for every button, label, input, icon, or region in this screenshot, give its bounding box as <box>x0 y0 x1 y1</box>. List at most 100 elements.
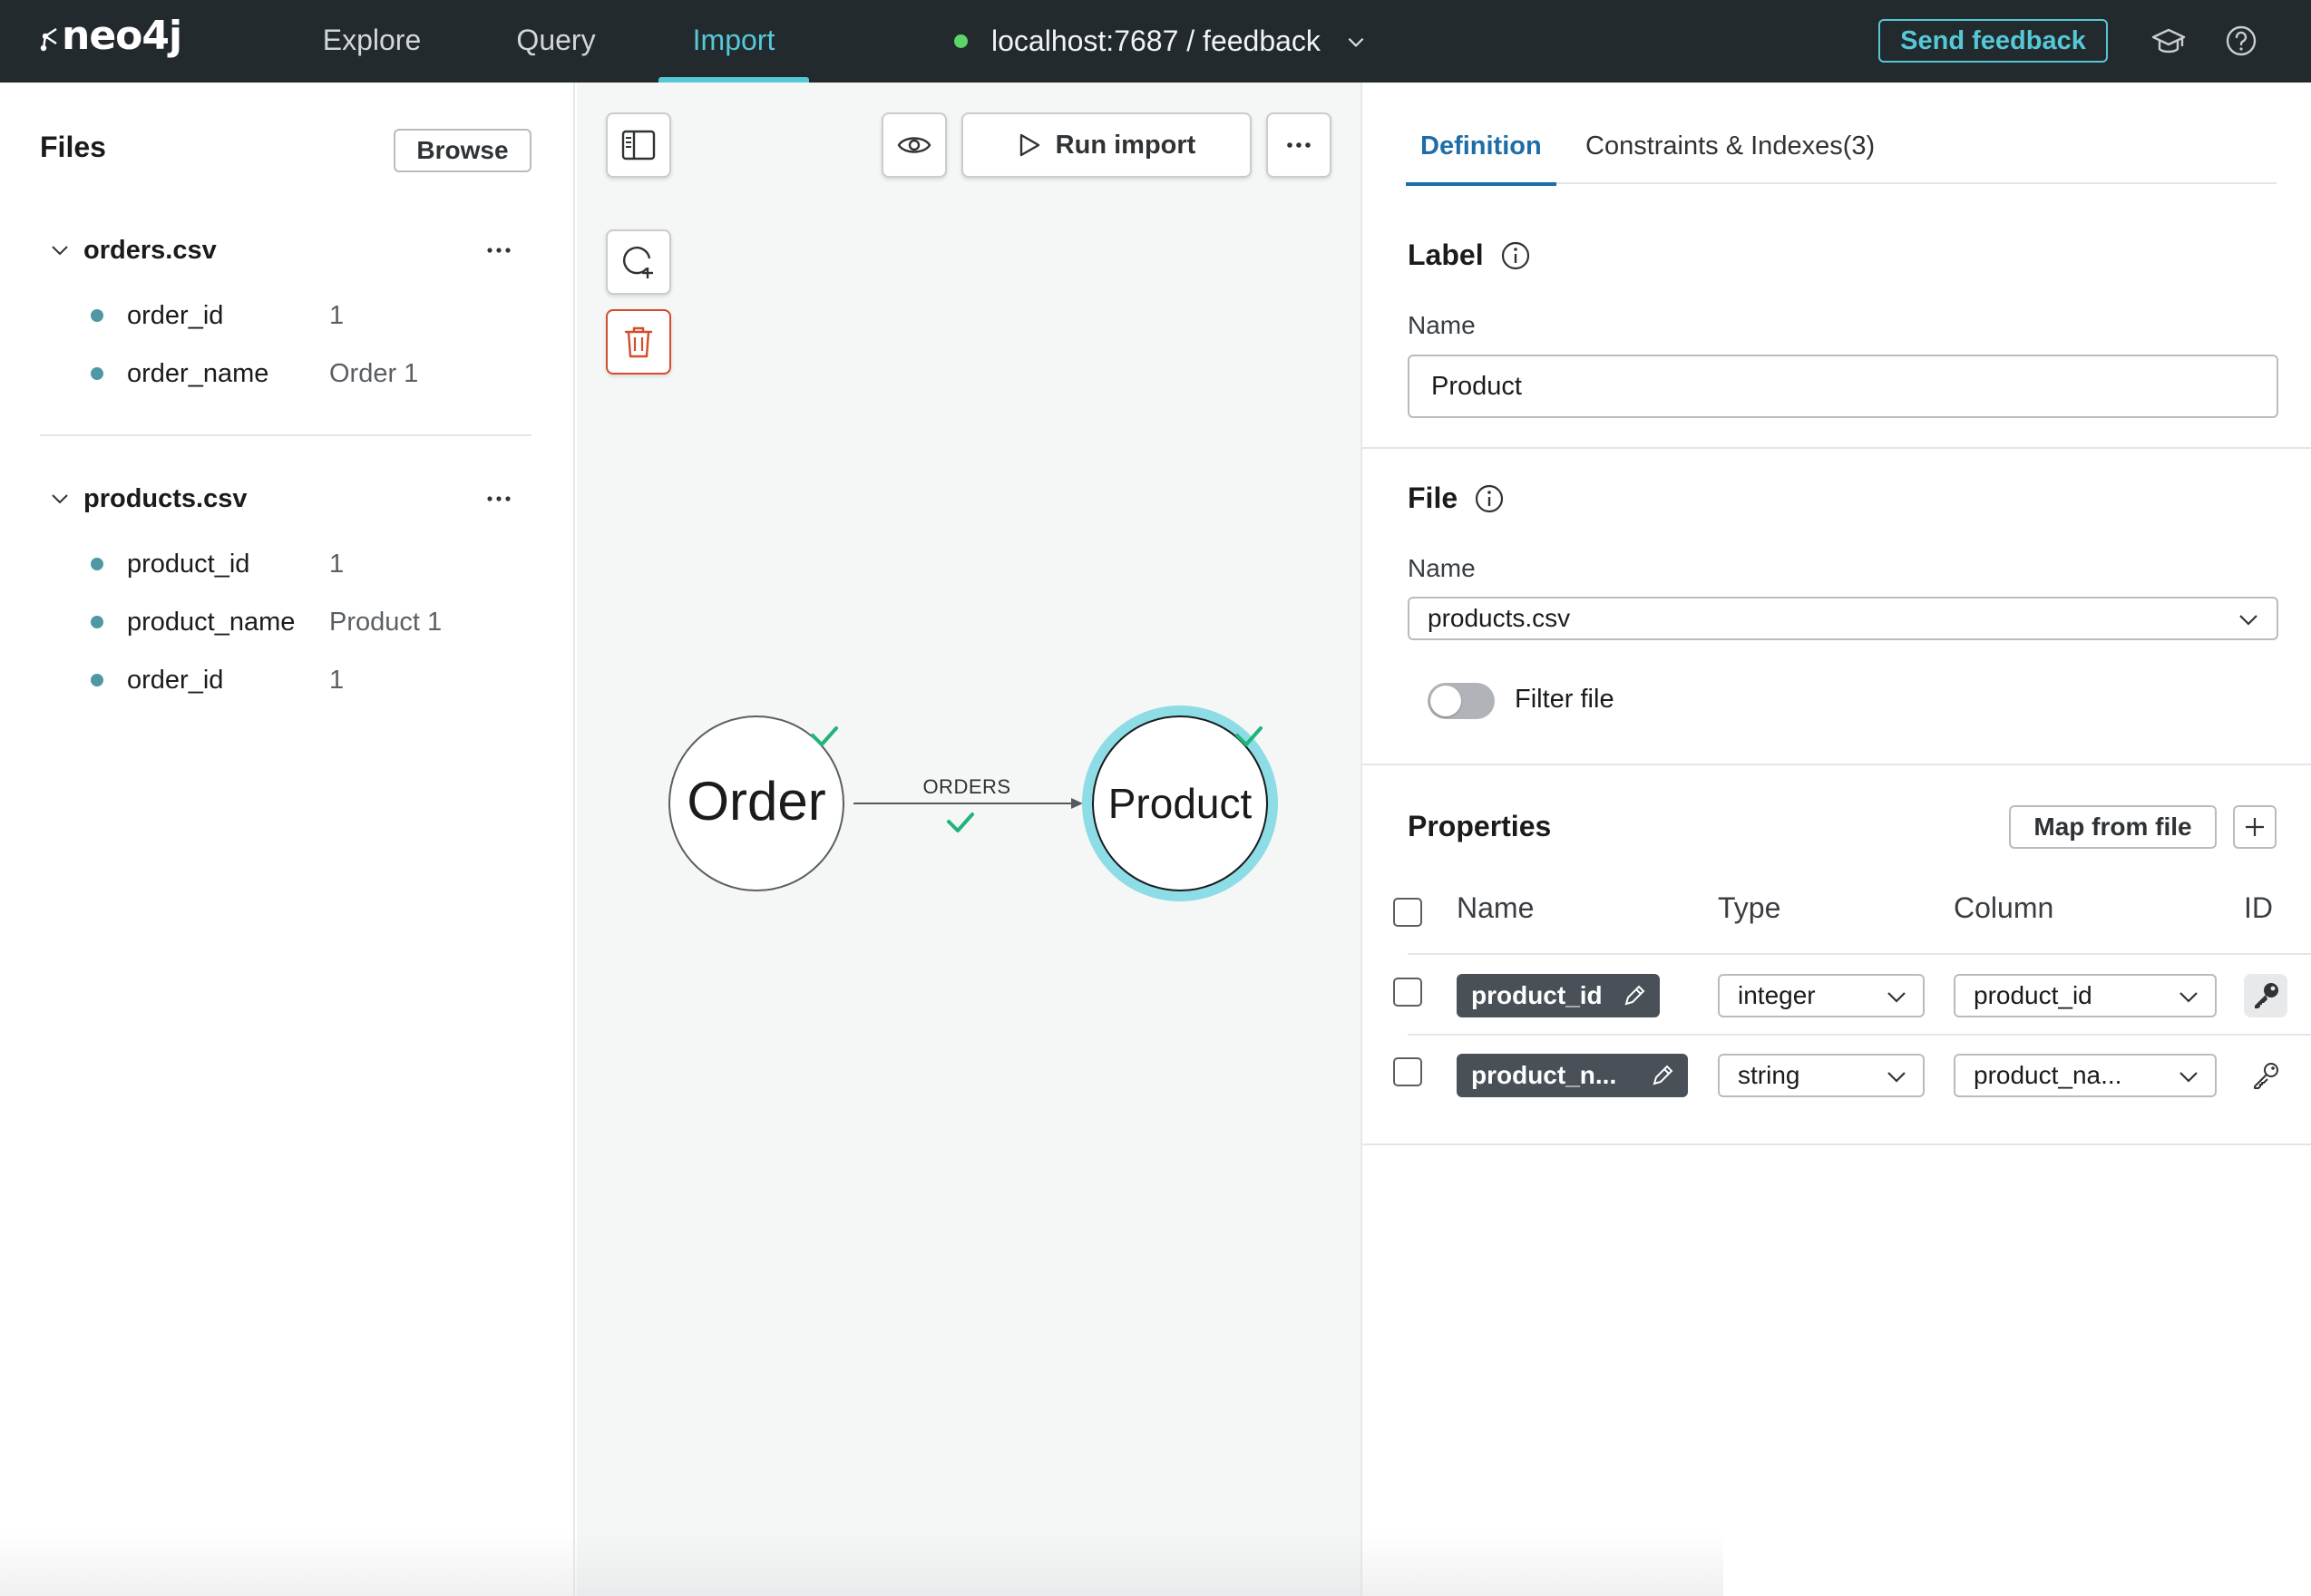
property-column-select[interactable]: product_na... <box>1954 1054 2217 1097</box>
field-sample-value: 1 <box>329 300 345 330</box>
chevron-down-icon <box>2179 1072 2198 1083</box>
relationship-label: ORDERS <box>922 775 1011 798</box>
files-panel: Files Browse orders.csv order_id 1 order… <box>0 83 575 1596</box>
relationship-mapped-check-icon <box>947 813 974 832</box>
chevron-down-icon <box>2179 992 2198 1003</box>
logo-graph-icon <box>40 28 57 52</box>
field-name: order_id <box>127 665 224 695</box>
chevron-down-icon <box>1348 37 1364 47</box>
label-name-input[interactable]: Product <box>1408 355 2278 418</box>
file-section-title: File <box>1408 482 1505 515</box>
file-name: products.csv <box>83 483 248 513</box>
browse-button[interactable]: Browse <box>394 129 531 172</box>
file-name-caption: Name <box>1408 554 1476 582</box>
chevron-down-icon <box>52 494 68 504</box>
field-dot <box>91 309 103 322</box>
more-options-icon[interactable] <box>481 481 517 517</box>
property-type-value: string <box>1738 1061 1800 1089</box>
field-name: product_id <box>127 549 250 579</box>
property-type-select[interactable]: string <box>1718 1054 1925 1097</box>
field-dot <box>91 616 103 628</box>
field-sample-value: Order 1 <box>329 358 419 388</box>
field-dot <box>91 674 103 686</box>
relationship-orders[interactable] <box>853 798 1083 809</box>
add-property-button[interactable] <box>2233 805 2277 849</box>
connection-label: localhost:7687 / feedback <box>991 24 1321 57</box>
property-column-value: product_na... <box>1974 1061 2122 1089</box>
map-from-file-button[interactable]: Map from file <box>2009 805 2217 849</box>
help-icon[interactable] <box>2222 22 2260 60</box>
section-divider <box>1362 1143 2311 1145</box>
graph-model <box>668 706 1278 901</box>
nav-tab-explore[interactable]: Explore <box>312 0 432 83</box>
label-section-title-text: Label <box>1408 238 1484 271</box>
field-dot <box>91 367 103 380</box>
chevron-down-icon <box>1887 1072 1906 1083</box>
info-icon[interactable] <box>1500 240 1531 271</box>
id-key-toggle[interactable] <box>2244 974 2287 1017</box>
node-label-product: Product <box>1107 780 1253 827</box>
node-label-order: Order <box>687 771 826 832</box>
properties-section-title: Properties <box>1408 810 1552 842</box>
neo4j-logo[interactable]: neo4j <box>40 13 182 59</box>
field-sample-value: 1 <box>329 549 345 579</box>
column-header-name: Name <box>1457 891 1535 924</box>
files-divider <box>40 434 531 436</box>
pencil-icon[interactable] <box>1650 1063 1675 1088</box>
connection-selector[interactable]: localhost:7687 / feedback <box>954 0 1368 83</box>
property-row-checkbox[interactable] <box>1393 1057 1422 1086</box>
field-dot <box>91 558 103 570</box>
key-outline-icon <box>2254 1063 2278 1089</box>
label-name-caption: Name <box>1408 311 1476 339</box>
filter-file-toggle[interactable] <box>1428 683 1495 719</box>
property-column-select[interactable]: product_id <box>1954 974 2217 1017</box>
connection-status-dot <box>954 34 968 48</box>
field-name: order_id <box>127 300 224 330</box>
property-type-select[interactable]: integer <box>1718 974 1925 1017</box>
model-canvas[interactable]: Run import Order Product ORDERS <box>577 83 1360 1596</box>
property-name: product_n... <box>1471 1061 1617 1089</box>
nav-tab-import[interactable]: Import <box>658 0 809 83</box>
property-row-checkbox[interactable] <box>1393 978 1422 1007</box>
file-select-value: products.csv <box>1428 604 1571 632</box>
property-name-chip[interactable]: product_id <box>1457 974 1660 1017</box>
column-header-column: Column <box>1954 891 2054 924</box>
field-sample-value: Product 1 <box>329 607 443 637</box>
column-header-id: ID <box>2244 891 2273 924</box>
file-header-orders[interactable]: orders.csv <box>49 232 217 268</box>
top-navigation-bar: neo4j Explore Query Import localhost:768… <box>0 0 2311 83</box>
tab-constraints-indexes[interactable]: Constraints & Indexes(3) <box>1585 119 1875 184</box>
label-section-title: Label <box>1408 238 1531 272</box>
key-icon <box>2255 983 2278 1008</box>
column-header-type: Type <box>1718 891 1781 924</box>
file-name: orders.csv <box>83 235 217 265</box>
property-type-value: integer <box>1738 981 1816 1009</box>
definition-tabs: Definition Constraints & Indexes(3) <box>1406 119 2277 186</box>
tab-definition[interactable]: Definition <box>1406 119 1556 186</box>
info-icon[interactable] <box>1474 483 1505 514</box>
send-feedback-button[interactable]: Send feedback <box>1878 19 2108 63</box>
file-header-products[interactable]: products.csv <box>49 481 248 517</box>
property-name-chip[interactable]: product_n... <box>1457 1054 1688 1097</box>
files-title: Files <box>40 131 106 163</box>
chevron-down-icon <box>2239 615 2257 626</box>
definition-panel: Definition Constraints & Indexes(3) Labe… <box>1360 83 2311 1596</box>
filter-file-label: Filter file <box>1515 685 1614 714</box>
id-key-toggle[interactable] <box>2244 1054 2287 1097</box>
more-options-icon[interactable] <box>481 232 517 268</box>
section-divider <box>1362 764 2311 765</box>
row-divider <box>1408 953 2311 955</box>
logo-text: neo4j <box>62 13 182 59</box>
property-column-value: product_id <box>1974 981 2092 1009</box>
field-name: order_name <box>127 358 269 388</box>
file-section-title-text: File <box>1408 482 1458 514</box>
property-name: product_id <box>1471 981 1603 1009</box>
pencil-icon[interactable] <box>1622 983 1647 1008</box>
chevron-down-icon <box>52 246 68 256</box>
select-all-checkbox[interactable] <box>1393 898 1422 927</box>
graduation-cap-icon[interactable] <box>2150 22 2188 60</box>
file-select[interactable]: products.csv <box>1408 597 2278 640</box>
nav-tab-query[interactable]: Query <box>504 0 608 83</box>
chevron-down-icon <box>1887 992 1906 1003</box>
row-divider <box>1408 1034 2311 1036</box>
